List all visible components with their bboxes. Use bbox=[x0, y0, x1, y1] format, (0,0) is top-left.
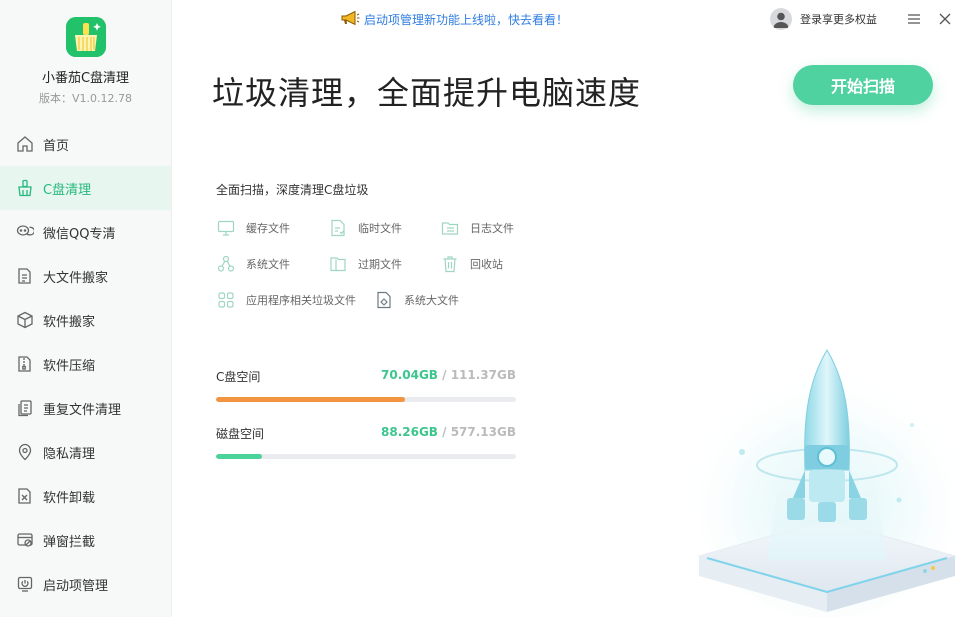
category-cache: 缓存文件 bbox=[216, 218, 290, 238]
sidebar-item-duplicate-clean[interactable]: 重复文件清理 bbox=[0, 386, 171, 430]
privacy-icon bbox=[15, 442, 35, 462]
sidebar-item-home[interactable]: 首页 bbox=[0, 122, 171, 166]
temp-file-icon bbox=[328, 218, 348, 238]
app-name: 小番茄C盘清理 bbox=[41, 71, 130, 86]
avatar bbox=[770, 8, 792, 30]
category-app-junk: 应用程序相关垃圾文件 bbox=[216, 290, 356, 310]
disk-progress-bar bbox=[216, 397, 516, 402]
duplicate-icon bbox=[15, 398, 35, 418]
sidebar-item-label: 启动项管理 bbox=[43, 578, 109, 594]
category-system: 系统文件 bbox=[216, 254, 290, 274]
sidebar-item-label: 隐私清理 bbox=[43, 446, 96, 462]
sidebar-item-software-move[interactable]: 软件搬家 bbox=[0, 298, 171, 342]
start-scan-button[interactable]: 开始扫描 bbox=[793, 65, 933, 105]
hamburger-icon bbox=[907, 10, 921, 29]
sidebar-item-large-file-move[interactable]: 大文件搬家 bbox=[0, 254, 171, 298]
disk-used: 88.26GB bbox=[381, 425, 438, 439]
page-title: 垃圾清理，全面提升电脑速度 bbox=[212, 74, 642, 112]
file-move-icon bbox=[15, 266, 35, 286]
gear-file-icon bbox=[374, 290, 394, 310]
monitor-icon bbox=[216, 218, 236, 238]
scan-subtitle: 全面扫描，深度清理C盘垃圾 bbox=[216, 183, 369, 197]
category-log: 日志文件 bbox=[440, 218, 514, 238]
power-icon bbox=[15, 574, 35, 594]
trash-icon bbox=[440, 254, 460, 274]
category-label: 应用程序相关垃圾文件 bbox=[246, 294, 356, 307]
uninstall-icon bbox=[15, 486, 35, 506]
expired-folder-icon bbox=[328, 254, 348, 274]
sidebar-item-label: 微信QQ专清 bbox=[43, 226, 116, 242]
sidebar-item-label: 弹窗拦截 bbox=[43, 534, 96, 550]
disk-usage-values: 70.04GB / 111.37GB bbox=[381, 368, 516, 385]
close-icon bbox=[939, 10, 951, 29]
category-label: 系统大文件 bbox=[404, 294, 459, 307]
rocket-illustration bbox=[687, 320, 960, 617]
sidebar-item-label: 重复文件清理 bbox=[43, 402, 122, 418]
category-label: 系统文件 bbox=[246, 258, 290, 271]
category-expired: 过期文件 bbox=[328, 254, 402, 274]
sidebar: 小番茄C盘清理 版本：V1.0.12.78 首页 C盘清理 微信QQ专清 大文件… bbox=[0, 0, 172, 617]
announcement-text: 启动项管理新功能上线啦，快去看看！ bbox=[364, 13, 569, 27]
zip-icon bbox=[15, 354, 35, 374]
sidebar-item-wechat-qq[interactable]: 微信QQ专清 bbox=[0, 210, 171, 254]
category-label: 回收站 bbox=[470, 258, 503, 271]
sidebar-item-uninstall[interactable]: 软件卸载 bbox=[0, 474, 171, 518]
sidebar-item-software-compress[interactable]: 软件压缩 bbox=[0, 342, 171, 386]
app-logo bbox=[65, 17, 106, 57]
sidebar-item-label: 软件卸载 bbox=[43, 490, 96, 506]
disk-usage-values: 88.26GB / 577.13GB bbox=[381, 425, 516, 442]
app-version: 版本：V1.0.12.78 bbox=[38, 92, 132, 105]
login-link[interactable]: 登录享更多权益 bbox=[800, 11, 877, 27]
close-button[interactable] bbox=[936, 10, 954, 28]
sidebar-item-label: C盘清理 bbox=[43, 182, 92, 198]
broom-icon bbox=[15, 178, 35, 198]
category-label: 过期文件 bbox=[358, 258, 402, 271]
category-label: 临时文件 bbox=[358, 222, 402, 235]
c-drive-usage: C盘空间 70.04GB / 111.37GB bbox=[216, 368, 516, 402]
disk-space-usage: 磁盘空间 88.26GB / 577.13GB bbox=[216, 425, 516, 459]
category-label: 缓存文件 bbox=[246, 222, 290, 235]
sidebar-item-startup-manage[interactable]: 启动项管理 bbox=[0, 562, 171, 606]
category-temp: 临时文件 bbox=[328, 218, 402, 238]
chat-icon bbox=[15, 222, 35, 242]
sidebar-item-c-drive-clean[interactable]: C盘清理 bbox=[0, 166, 171, 210]
disk-progress-fill bbox=[216, 454, 262, 459]
sidebar-item-label: 软件压缩 bbox=[43, 358, 96, 374]
category-system-large-files: 系统大文件 bbox=[374, 290, 459, 310]
top-bar: 启动项管理新功能上线啦，快去看看！ 登录享更多权益 bbox=[172, 0, 960, 40]
home-icon bbox=[15, 134, 35, 154]
disk-label: 磁盘空间 bbox=[216, 427, 265, 441]
sidebar-nav: 首页 C盘清理 微信QQ专清 大文件搬家 软件搬家 软件压缩 重复文件清理 隐私… bbox=[0, 122, 171, 606]
brand: 小番茄C盘清理 版本：V1.0.12.78 bbox=[0, 0, 171, 122]
system-nodes-icon bbox=[216, 254, 236, 274]
sidebar-item-label: 大文件搬家 bbox=[43, 270, 109, 286]
category-label: 日志文件 bbox=[470, 222, 514, 235]
sidebar-item-popup-block[interactable]: 弹窗拦截 bbox=[0, 518, 171, 562]
sidebar-item-privacy-clean[interactable]: 隐私清理 bbox=[0, 430, 171, 474]
category-recycle-bin: 回收站 bbox=[440, 254, 503, 274]
disk-label: C盘空间 bbox=[216, 370, 261, 384]
sidebar-item-label: 软件搬家 bbox=[43, 314, 96, 330]
announcement[interactable]: 启动项管理新功能上线啦，快去看看！ bbox=[340, 10, 568, 29]
disk-progress-fill bbox=[216, 397, 405, 402]
disk-total: / 111.37GB bbox=[437, 368, 516, 382]
menu-button[interactable] bbox=[905, 10, 923, 28]
main-panel: 垃圾清理，全面提升电脑速度 开始扫描 全面扫描，深度清理C盘垃圾 缓存文件 临时… bbox=[172, 40, 960, 617]
folder-log-icon bbox=[440, 218, 460, 238]
apps-grid-icon bbox=[216, 290, 236, 310]
disk-used: 70.04GB bbox=[381, 368, 438, 382]
login-area[interactable]: 登录享更多权益 bbox=[770, 8, 877, 30]
disk-progress-bar bbox=[216, 454, 516, 459]
box-icon bbox=[15, 310, 35, 330]
megaphone-icon bbox=[340, 10, 360, 29]
disk-total: / 577.13GB bbox=[437, 425, 516, 439]
sidebar-item-label: 首页 bbox=[43, 138, 70, 154]
popup-block-icon bbox=[15, 530, 35, 550]
